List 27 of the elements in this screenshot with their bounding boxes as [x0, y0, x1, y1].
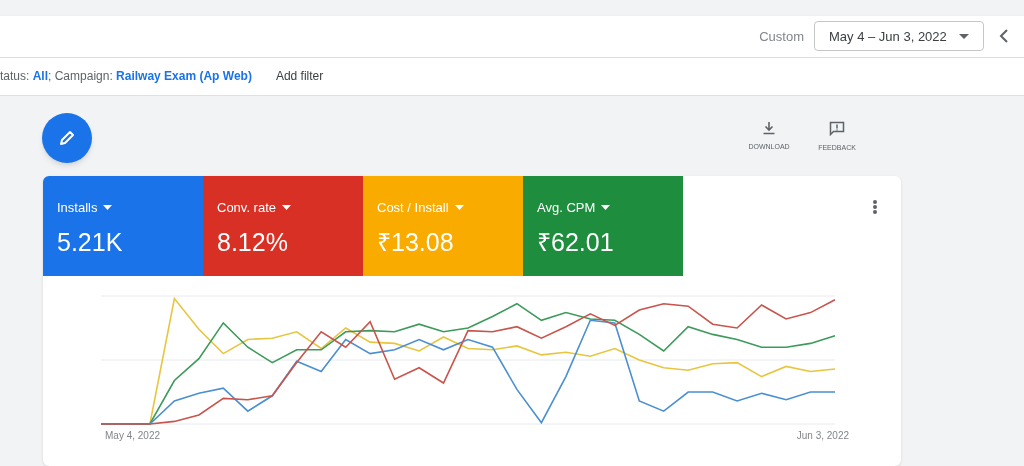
caret-icon — [601, 205, 611, 211]
more-options-icon[interactable] — [873, 200, 877, 214]
add-filter-button[interactable]: Add filter — [275, 67, 324, 86]
metric-label: Installs — [57, 199, 98, 217]
range-label: Custom — [759, 27, 804, 46]
active-filters[interactable]: tatus: All; Campaign: Railway Exam (Ap Web) — [0, 67, 252, 86]
caret-icon — [959, 33, 969, 39]
metric-value: 5.21K — [57, 226, 124, 258]
metric-value: ₹62.01 — [537, 226, 615, 258]
metric-label: Avg. CPM — [537, 199, 596, 217]
caret-icon — [454, 205, 464, 211]
axis-end-date: Jun 3, 2022 — [796, 429, 849, 443]
caret-icon — [103, 205, 113, 211]
metric-tile[interactable]: Avg. CPM ₹62.01 — [523, 176, 683, 276]
date-range-dropdown[interactable]: May 4 – Jun 3, 2022 — [814, 21, 984, 52]
axis-start-date: May 4, 2022 — [105, 429, 161, 443]
metric-value: 8.12% — [217, 226, 289, 258]
metric-tile[interactable]: Conv. rate 8.12% — [203, 176, 363, 276]
metric-value: ₹13.08 — [377, 226, 455, 258]
download-icon — [762, 121, 776, 135]
feedback-icon — [829, 121, 845, 136]
caret-icon — [282, 205, 291, 211]
pencil-icon — [59, 130, 75, 146]
edit-pencil-button[interactable] — [42, 113, 92, 163]
metric-label: Cost / Install — [377, 199, 449, 217]
metric-tile[interactable]: Installs 5.21K — [43, 176, 203, 276]
metric-label: Conv. rate — [217, 199, 276, 217]
